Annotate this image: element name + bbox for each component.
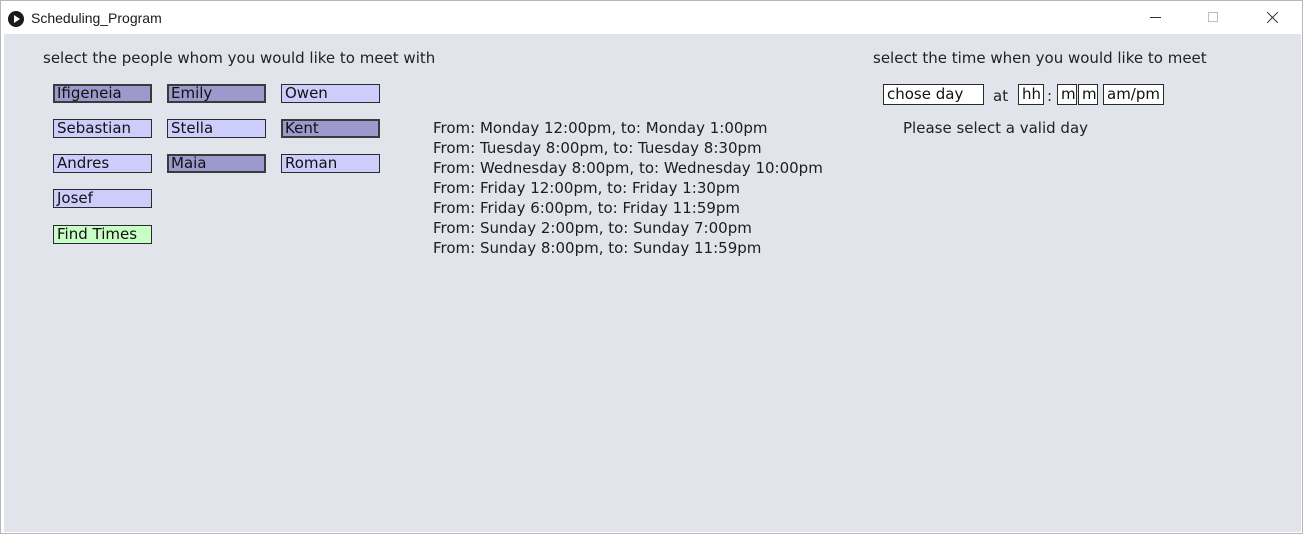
person-button-josef[interactable]: Josef (53, 189, 152, 208)
ampm-field[interactable]: am/pm (1103, 84, 1164, 105)
person-button-maia[interactable]: Maia (167, 154, 266, 173)
client-area: select the people whom you would like to… (4, 34, 1301, 532)
close-button[interactable] (1243, 1, 1301, 34)
validation-message: Please select a valid day (903, 119, 1089, 137)
person-button-sebastian[interactable]: Sebastian (53, 119, 152, 138)
person-button-emily[interactable]: Emily (167, 84, 266, 103)
time-slot: From: Friday 12:00pm, to: Friday 1:30pm (433, 179, 741, 197)
app-window: Scheduling_Program select the people who… (0, 0, 1303, 534)
at-label: at (993, 87, 1009, 105)
maximize-button[interactable] (1185, 1, 1243, 34)
person-button-andres[interactable]: Andres (53, 154, 152, 173)
time-slot: From: Monday 12:00pm, to: Monday 1:00pm (433, 119, 768, 137)
person-button-stella[interactable]: Stella (167, 119, 266, 138)
time-slot: From: Tuesday 8:00pm, to: Tuesday 8:30pm (433, 139, 762, 157)
find-times-button[interactable]: Find Times (53, 225, 152, 244)
hour-field[interactable]: hh (1018, 84, 1044, 105)
person-button-owen[interactable]: Owen (281, 84, 380, 103)
time-heading: select the time when you would like to m… (873, 49, 1207, 67)
time-slot: From: Wednesday 8:00pm, to: Wednesday 10… (433, 159, 823, 177)
title-bar: Scheduling_Program (1, 1, 1302, 34)
person-button-roman[interactable]: Roman (281, 154, 380, 173)
day-field[interactable]: chose day (883, 84, 984, 105)
time-slot: From: Friday 6:00pm, to: Friday 11:59pm (433, 199, 741, 217)
time-slot: From: Sunday 2:00pm, to: Sunday 7:00pm (433, 219, 752, 237)
minute-tens-field[interactable]: m (1057, 84, 1077, 105)
time-slot: From: Sunday 8:00pm, to: Sunday 11:59pm (433, 239, 762, 257)
person-button-kent[interactable]: Kent (281, 119, 380, 138)
minimize-button[interactable] (1127, 1, 1185, 34)
minute-ones-field[interactable]: m (1078, 84, 1098, 105)
colon-label: : (1047, 87, 1053, 105)
person-button-ifigeneia[interactable]: Ifigeneia (53, 84, 152, 103)
people-heading: select the people whom you would like to… (43, 49, 436, 67)
play-icon (8, 11, 24, 27)
window-title: Scheduling_Program (31, 10, 162, 26)
